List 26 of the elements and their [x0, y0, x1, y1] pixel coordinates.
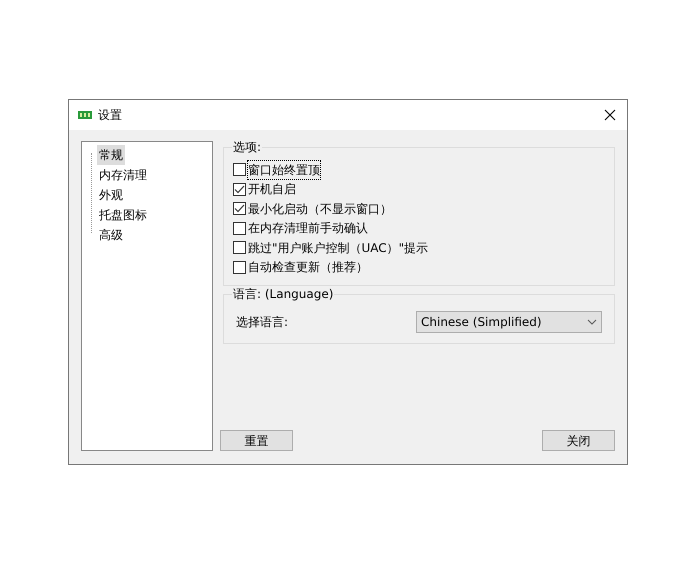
group-title: 选项: [232, 140, 262, 154]
tree-item[interactable]: 托盘图标 [97, 205, 149, 225]
tree-item[interactable]: 常规 [97, 145, 125, 165]
option-label: 在内存清理前手动确认 [248, 220, 368, 238]
checkbox[interactable] [233, 260, 246, 274]
group-title: 语言: (Language) [232, 287, 334, 301]
tree-item[interactable]: 外观 [97, 185, 125, 205]
tree-item[interactable]: 高级 [97, 225, 125, 245]
checkbox[interactable] [233, 222, 246, 235]
language-label: 选择语言: [236, 314, 288, 331]
option-label: 最小化启动（不显示窗口） [248, 200, 392, 218]
caret-icon [587, 319, 597, 325]
option-label: 自动检查更新（推荐） [248, 259, 368, 276]
window-title: 设置 [98, 107, 122, 124]
dialog-button[interactable]: 关闭 [542, 430, 615, 451]
checkbox[interactable] [233, 241, 246, 254]
tree-item[interactable]: 内存清理 [97, 165, 149, 185]
option-label: 跳过"用户账户控制（UAC）"提示 [248, 240, 428, 257]
checkbox[interactable] [233, 163, 246, 176]
language-dropdown[interactable]: Chinese (Simplified) [416, 311, 602, 333]
option-label: 开机自启 [248, 181, 296, 198]
checkbox[interactable] [233, 202, 246, 216]
app-icon [78, 111, 92, 119]
option-label: 窗口始终置顶 [248, 160, 320, 179]
dialog-button[interactable]: 重置 [220, 430, 293, 451]
checkbox[interactable] [233, 182, 246, 196]
